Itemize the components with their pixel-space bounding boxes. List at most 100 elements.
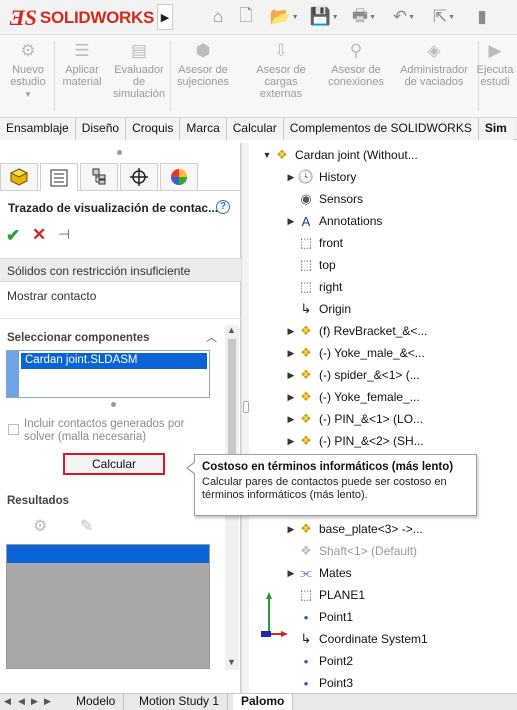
include-solver-contacts-checkbox[interactable]	[8, 424, 19, 435]
ribbon-fixtures-advisor-button[interactable]: ⬢ Asesor de sujeciones	[170, 41, 236, 88]
ribbon-connections-advisor-button[interactable]: ⚲ Asesor de conexiones	[325, 41, 387, 88]
tree-expander-icon[interactable]: ▶	[285, 524, 297, 535]
tab-complementos-de-solidworks[interactable]: Complementos de SOLIDWORKS	[283, 118, 479, 140]
results-selected-row[interactable]	[7, 545, 209, 563]
solidworks-logo[interactable]: ƎS SOLIDWORKS	[10, 6, 154, 30]
tooltip-title: Costoso en términos informáticos (más le…	[202, 461, 454, 473]
ribbon-shell-manager-button[interactable]: ◈ Administrador de vaciados	[392, 41, 476, 88]
tree-item[interactable]: ▶ ❖ (-) Yoke_male_&<...	[285, 342, 425, 364]
tree-item[interactable]: ▶ ⫘ Mates	[285, 562, 352, 584]
tree-expander-icon[interactable]: ▶	[285, 326, 297, 337]
tree-expander-icon[interactable]: ▶	[285, 414, 297, 425]
tree-expander-icon[interactable]: ▶	[285, 172, 297, 183]
help-icon[interactable]: ?	[216, 200, 230, 214]
dropdown-arrow-icon[interactable]: ▼	[408, 14, 415, 21]
quick-access-select-cursor-button[interactable]: ⇱ ▼	[432, 6, 456, 28]
scroll-down-icon[interactable]: ▼	[227, 657, 236, 667]
ribbon-label: material	[62, 76, 102, 88]
tab-scroll-first-icon[interactable]: ◀	[18, 696, 25, 707]
tree-item[interactable]: ▶ ❖ (f) RevBracket_&<...	[285, 320, 428, 342]
tree-expander-icon[interactable]: ▶	[285, 392, 297, 403]
tree-item[interactable]: • Point2	[285, 650, 353, 672]
tab-sim[interactable]: Sim	[478, 118, 513, 140]
dropdown-arrow-icon[interactable]: ▼	[332, 14, 339, 21]
quick-access-print-button[interactable]: 🖶 ▼	[352, 6, 376, 28]
tree-item[interactable]: ▶ ❖ base_plate<3> ->...	[285, 518, 423, 540]
tree-item[interactable]: • Point1	[285, 606, 353, 628]
ok-check-icon[interactable]: ✔	[6, 226, 20, 246]
tab-scroll-next-icon[interactable]: ▶	[31, 696, 38, 707]
tree-item[interactable]: ▶ ❖ (-) Yoke_female_...	[285, 386, 420, 408]
tree-item[interactable]: ▶ ❖ (-) PIN_&<1> (LO...	[285, 408, 424, 430]
bottom-tab-modelo[interactable]: Modelo	[68, 694, 125, 710]
calculate-button[interactable]: Calcular	[63, 453, 165, 475]
quick-access-open-folder-button[interactable]: 📂 ▼	[269, 6, 299, 28]
ribbon-simulation-evaluator-button[interactable]: ▤ Evaluador de simulación	[110, 41, 168, 100]
tab-dise-o[interactable]: Diseño	[75, 118, 127, 140]
tab-scroll-left-icon[interactable]: ◀	[4, 696, 11, 707]
ribbon-external-loads-advisor-button[interactable]: ⇩ Asesor de cargas externas	[243, 41, 319, 100]
results-component-icon[interactable]: ⚙	[33, 516, 47, 536]
components-selection-box[interactable]: Cardan joint.SLDASM	[6, 350, 210, 398]
quick-access-home-button[interactable]: ⌂	[206, 6, 230, 28]
tab-calcular[interactable]: Calcular	[226, 118, 284, 140]
tree-item[interactable]: ⬚ front	[285, 232, 343, 254]
listbox-resize-handle[interactable]	[111, 402, 116, 407]
tree-item[interactable]: ▼ ❖ Cardan joint (Without...	[261, 144, 418, 166]
scroll-up-icon[interactable]: ▲	[227, 325, 236, 335]
tab-marca[interactable]: Marca	[180, 118, 227, 140]
cancel-x-icon[interactable]: ✕	[32, 225, 46, 245]
menu-expand-arrow[interactable]: ▶	[157, 4, 173, 30]
dropdown-arrow-icon[interactable]: ▼	[448, 14, 455, 21]
select-components-title: Seleccionar componentes	[7, 332, 150, 344]
tree-expander-icon[interactable]: ▶	[285, 370, 297, 381]
panel-grip-dot[interactable]	[117, 150, 122, 155]
tree-expander-icon[interactable]: ▶	[285, 216, 297, 227]
panel-splitter[interactable]	[241, 143, 249, 693]
quick-access-undo-button[interactable]: ↶ ▼	[392, 6, 416, 28]
ribbon-apply-material-button[interactable]: ☰ Aplicar material	[58, 41, 106, 88]
tree-expander-icon[interactable]: ▼	[261, 150, 273, 160]
tree-item[interactable]: ❖ Shaft<1> (Default)	[285, 540, 417, 562]
tree-item[interactable]: ◉ Sensors	[285, 188, 363, 210]
tree-item[interactable]: ▶ A Annotations	[285, 210, 383, 232]
dropdown-arrow-icon[interactable]: ▼	[292, 14, 299, 21]
tree-item[interactable]: ↳ Coordinate System1	[285, 628, 428, 650]
tree-item[interactable]: • Point3	[285, 672, 353, 694]
quick-access-new-document-button[interactable]: 🗋	[234, 6, 258, 28]
quick-access-rebuild-button[interactable]: ▮	[470, 6, 494, 28]
results-list[interactable]	[6, 544, 210, 669]
tab-displaymanager[interactable]	[160, 163, 198, 190]
selected-component[interactable]: Cardan joint.SLDASM	[21, 353, 207, 369]
part-icon: ❖	[300, 345, 312, 360]
tab-featuremanager[interactable]	[0, 163, 38, 190]
tab-dimxpert[interactable]	[120, 163, 158, 190]
bottom-tab-palomo[interactable]: Palomo	[233, 694, 294, 710]
tab-propertymanager[interactable]	[40, 163, 78, 191]
tab-ensamblaje[interactable]: Ensamblaje	[0, 118, 76, 140]
tab-scroll-right-icon[interactable]: ▶	[44, 696, 51, 707]
ribbon-dropdown-icon[interactable]: ▾	[4, 88, 52, 100]
quick-access-save-button[interactable]: 💾 ▼	[309, 6, 339, 28]
tree-item[interactable]: ▶ ❖ (-) spider_&<1> (...	[285, 364, 420, 386]
results-edit-icon[interactable]: ✎	[80, 516, 93, 536]
ribbon-new-study-button[interactable]: ⚙ Nuevo estudio ▾	[4, 41, 52, 100]
tab-croquis[interactable]: Croquis	[126, 118, 181, 140]
tree-expander-icon[interactable]: ▶	[285, 436, 297, 447]
tree-item[interactable]: ⬚ top	[285, 254, 336, 276]
tree-expander-icon[interactable]: ▶	[285, 568, 297, 579]
pushpin-icon[interactable]: ⊣	[58, 226, 70, 243]
dropdown-arrow-icon[interactable]: ▼	[369, 14, 376, 21]
tree-item[interactable]: ▶ 🕓 History	[285, 166, 357, 188]
ribbon-run-study-button[interactable]: ▶ Ejecuta estudi	[472, 41, 517, 88]
collapse-caret-icon[interactable]: ︿	[206, 329, 217, 345]
tree-item[interactable]: ↳ Origin	[285, 298, 351, 320]
tree-expander-icon[interactable]: ▶	[285, 348, 297, 359]
tree-item[interactable]: ⬚ PLANE1	[285, 584, 365, 606]
tab-configurationmanager[interactable]	[80, 163, 118, 190]
ribbon-label: de vaciados	[404, 76, 464, 88]
tree-item[interactable]: ⬚ right	[285, 276, 343, 298]
bottom-tab-motion-study-1[interactable]: Motion Study 1	[131, 694, 229, 710]
ribbon-label: estudio	[10, 76, 46, 88]
tree-item[interactable]: ▶ ❖ (-) PIN_&<2> (SH...	[285, 430, 424, 452]
